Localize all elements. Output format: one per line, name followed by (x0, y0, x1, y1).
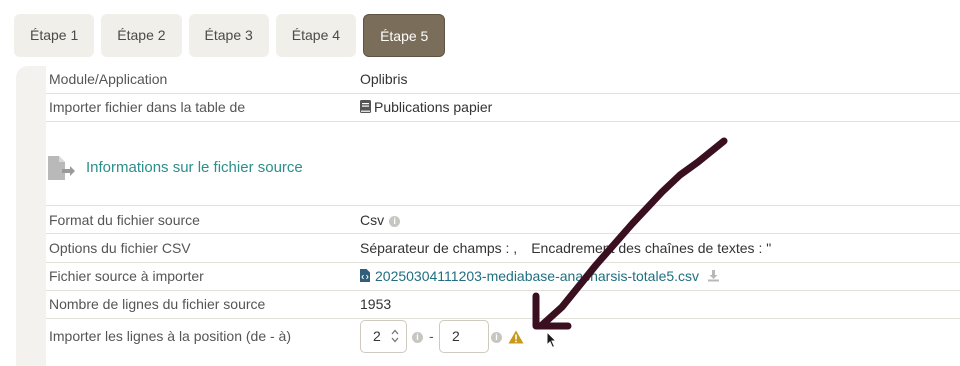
info-icon[interactable]: i (389, 215, 401, 227)
table-value: Publications papier (374, 99, 493, 115)
table-value-wrapper: Publications papier (360, 99, 492, 115)
file-import-icon (46, 155, 76, 181)
row-csv-options: Options du fichier CSV Séparateur de cha… (46, 234, 960, 263)
source-file-link[interactable]: 20250304111203-mediabase-anacharsis-tota… (375, 268, 699, 284)
source-file-wrapper: 20250304111203-mediabase-anacharsis-tota… (360, 268, 720, 284)
table-label: Importer fichier dans la table de (49, 99, 246, 115)
spinner-icon[interactable] (390, 328, 400, 344)
row-source-file: Fichier source à importer 20250304111203… (46, 263, 960, 291)
csv-options-label: Options du fichier CSV (49, 240, 191, 256)
info-icon[interactable]: i (412, 332, 423, 343)
row-line-count: Nombre de lignes du fichier source 1953 (46, 291, 960, 319)
format-label: Format du fichier source (49, 212, 200, 228)
code-file-icon (360, 269, 370, 282)
form-content: Module/Application Oplibris Importer fic… (46, 66, 960, 366)
info-icon[interactable]: i (491, 332, 502, 343)
line-count-label: Nombre de lignes du fichier source (49, 296, 266, 312)
format-value-wrapper: Csv i (360, 212, 401, 228)
tab-step-4[interactable]: Étape 4 (275, 14, 357, 57)
row-table: Importer fichier dans la table de Public… (46, 93, 960, 122)
step-tabs: Étape 1 Étape 2 Étape 3 Étape 4 Étape 5 (14, 14, 446, 57)
tab-step-5[interactable]: Étape 5 (363, 14, 446, 57)
download-icon[interactable] (707, 269, 720, 282)
source-file-label: Fichier source à importer (49, 268, 204, 284)
module-value: Oplibris (360, 71, 408, 87)
tab-step-1[interactable]: Étape 1 (14, 14, 95, 57)
position-to-input[interactable]: 2 (439, 320, 489, 353)
position-to-value: 2 (452, 328, 460, 344)
row-module: Module/Application Oplibris (46, 66, 960, 94)
warning-icon (508, 330, 524, 344)
row-format: Format du fichier source Csv i (46, 206, 960, 234)
module-label: Module/Application (49, 71, 168, 87)
csv-options-value: Séparateur de champs : , Encadrement des … (360, 240, 771, 256)
mouse-cursor-icon (546, 331, 558, 349)
csv-separator: Séparateur de champs : , (360, 240, 518, 256)
tab-step-3[interactable]: Étape 3 (188, 14, 269, 57)
section-title: Informations sur le fichier source (86, 159, 303, 176)
row-position: Importer les lignes à la position (de - … (46, 319, 960, 366)
position-from-input[interactable]: 2 (360, 320, 407, 353)
range-separator: - (429, 328, 434, 344)
position-label: Importer les lignes à la position (de - … (49, 328, 291, 344)
position-from-value: 2 (373, 328, 381, 344)
tab-step-2[interactable]: Étape 2 (101, 14, 182, 57)
line-count-value: 1953 (360, 296, 392, 312)
csv-enclosure: Encadrement des chaînes de textes : " (531, 240, 772, 256)
format-value: Csv (360, 212, 385, 228)
book-icon (360, 100, 371, 113)
